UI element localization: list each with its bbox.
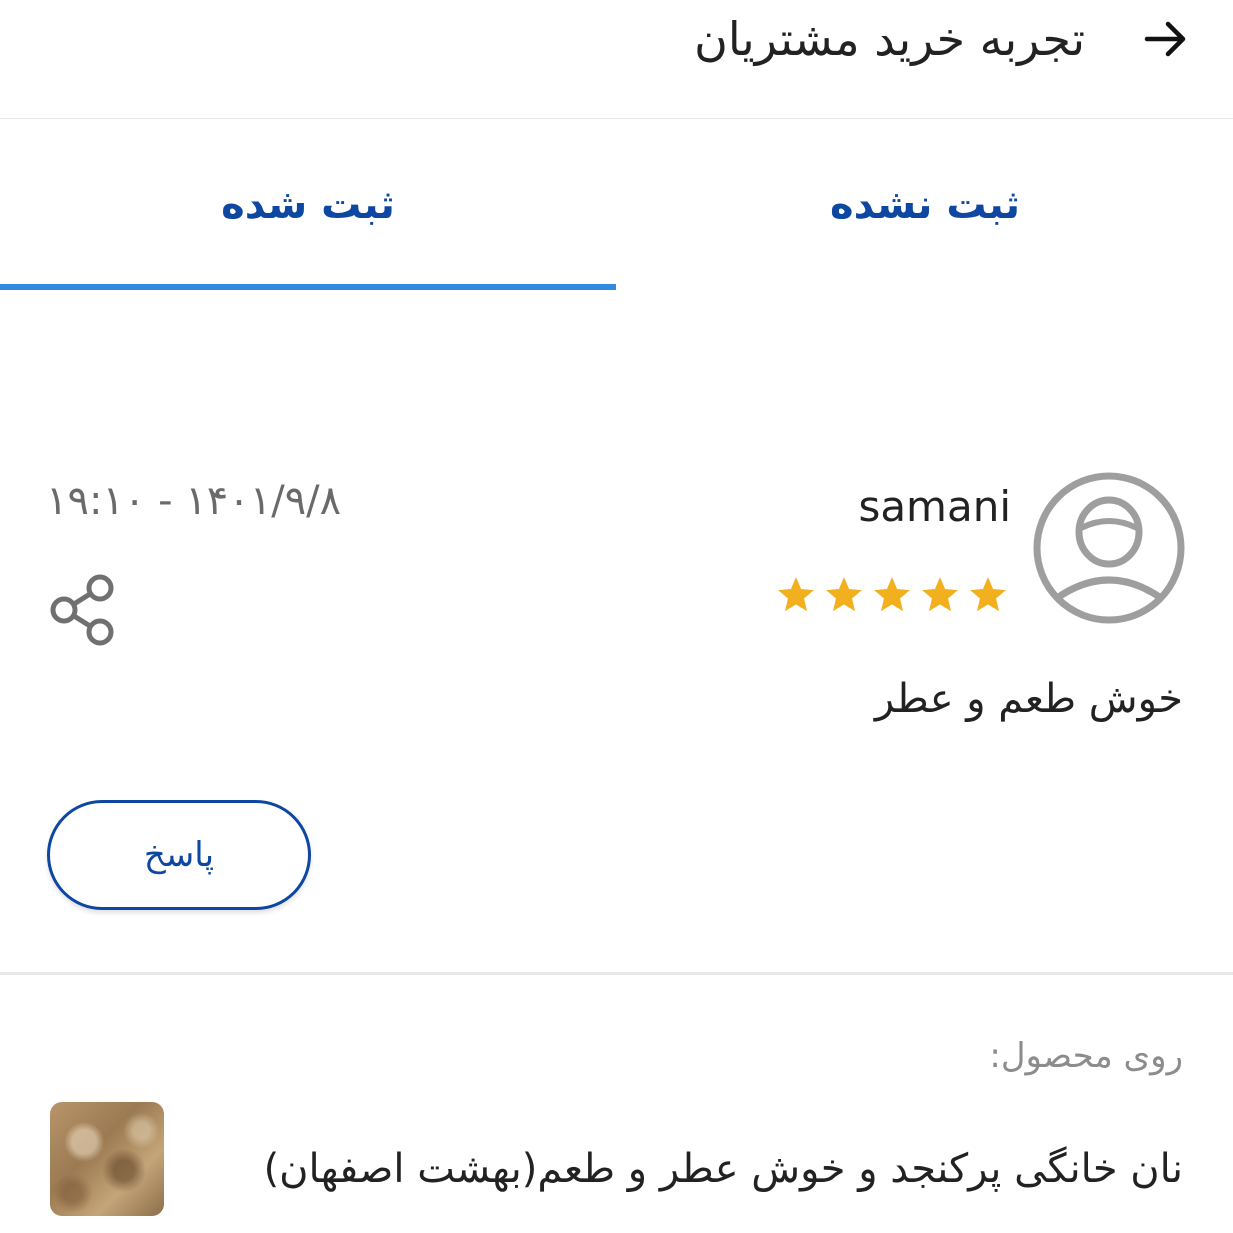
app-header: تجربه خرید مشتریان	[0, 0, 1233, 118]
review-text: خوش طعم و عطر	[874, 676, 1183, 722]
share-icon	[50, 574, 114, 646]
star-icon	[970, 577, 1006, 612]
star-icon	[826, 577, 862, 612]
reply-button[interactable]: پاسخ	[47, 800, 311, 910]
share-button[interactable]	[44, 570, 124, 650]
page-title: تجربه خرید مشتریان	[694, 12, 1085, 66]
tab-bar: ثبت نشده ثبت شده	[0, 118, 1233, 290]
user-avatar-icon	[1031, 470, 1187, 626]
page: تجربه خرید مشتریان ثبت نشده ثبت شده sama…	[0, 0, 1233, 1233]
product-thumbnail[interactable]	[50, 1102, 164, 1216]
section-divider	[0, 972, 1233, 975]
product-label: روی محصول:	[989, 1036, 1183, 1076]
back-button[interactable]	[1135, 8, 1197, 70]
arrow-right-icon	[1144, 21, 1186, 57]
rating-stars	[775, 574, 1009, 616]
star-icon	[874, 577, 910, 612]
product-name[interactable]: نان خانگی پرکنجد و خوش عطر و طعم(بهشت اص…	[264, 1146, 1183, 1192]
review-timestamp: ۱۹:۱۰ - ۱۴۰۱/۹/۸	[46, 478, 342, 524]
review-list	[0, 290, 1233, 1233]
review-username: samani	[858, 482, 1011, 531]
tab-submitted[interactable]: ثبت شده	[0, 119, 616, 291]
star-icon	[922, 577, 958, 612]
tab-not-submitted[interactable]: ثبت نشده	[617, 119, 1233, 291]
star-icon	[778, 577, 814, 612]
